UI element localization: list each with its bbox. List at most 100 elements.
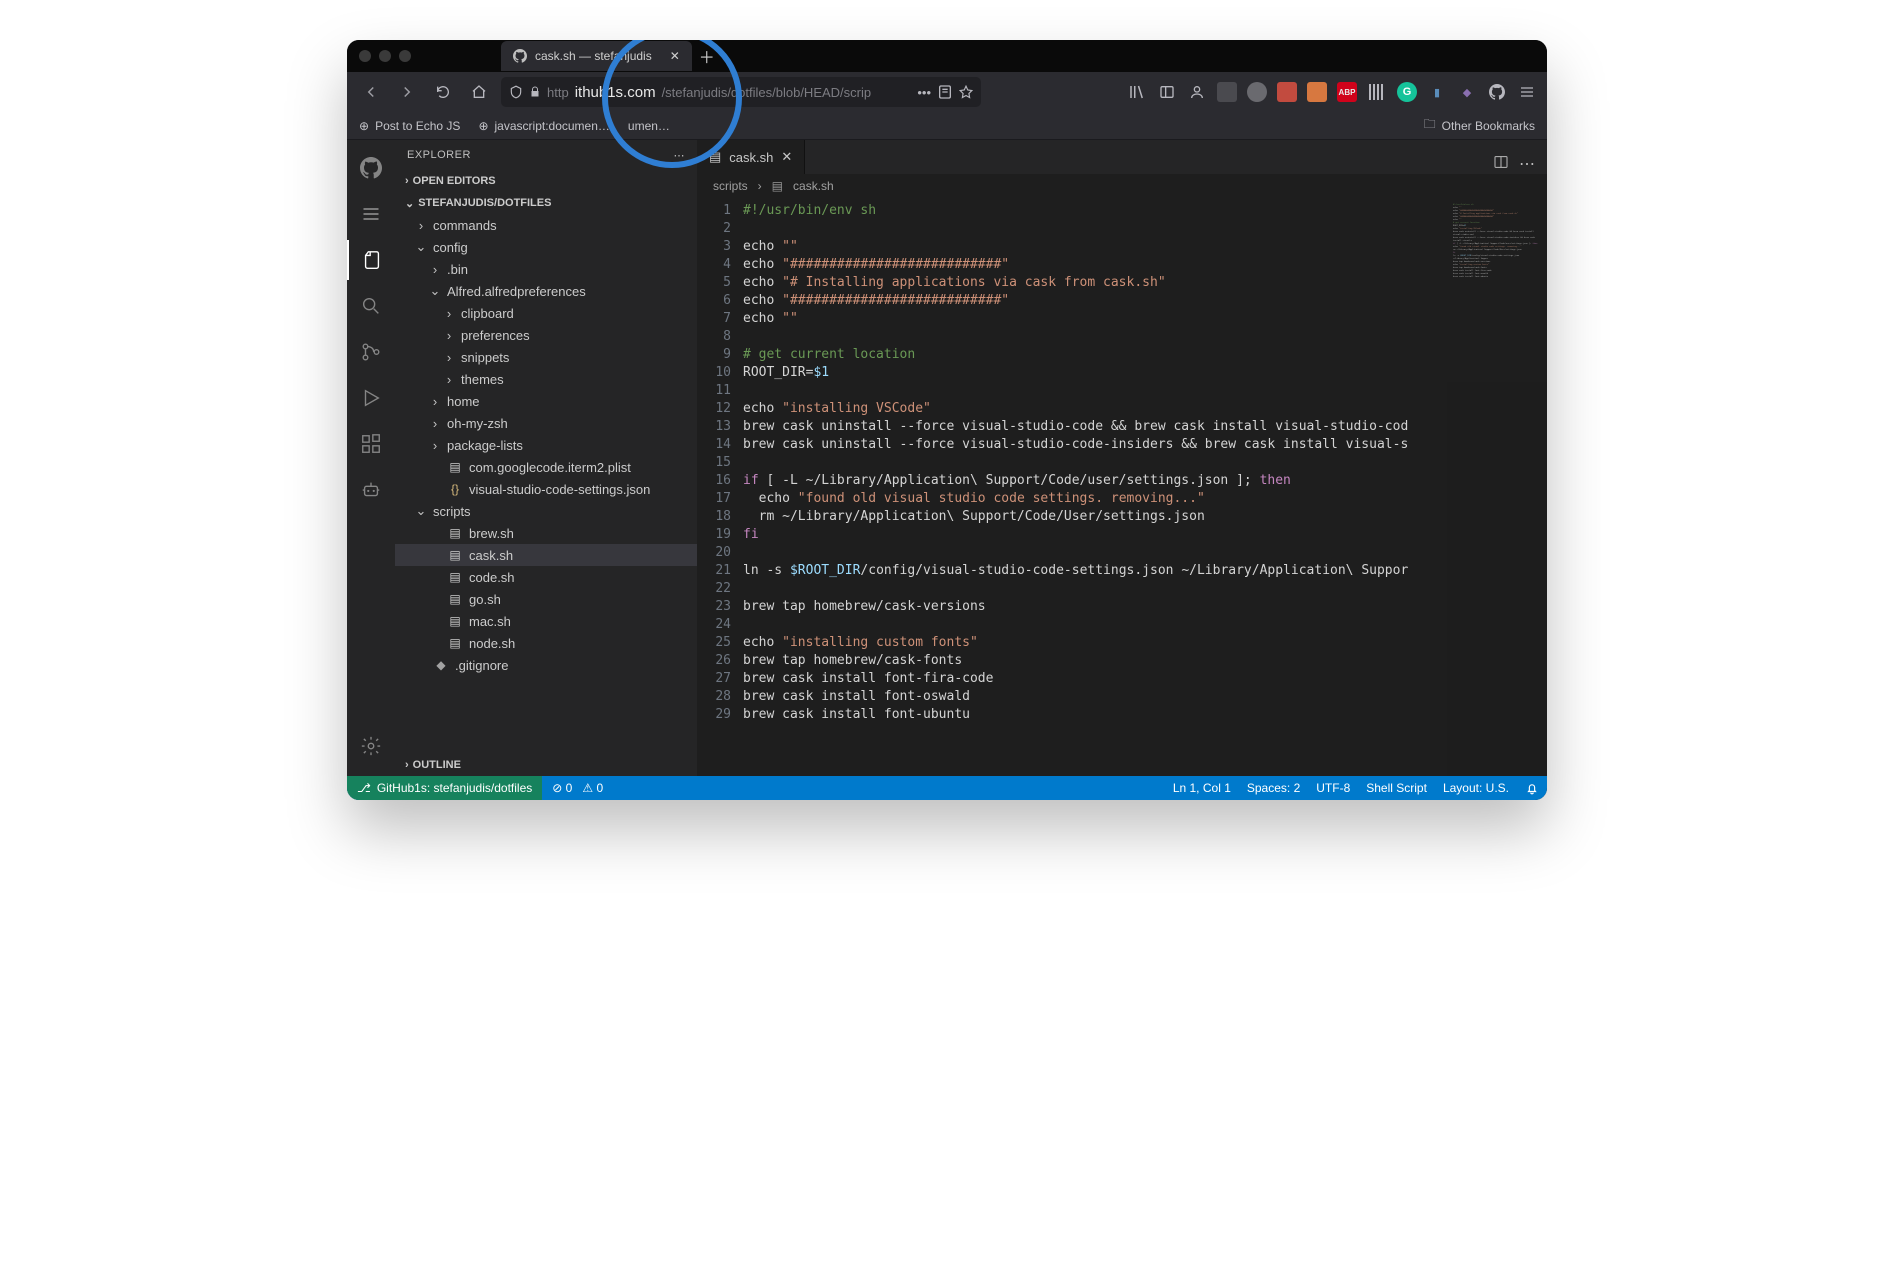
tree-row-gitignore[interactable]: ◆.gitignore — [395, 654, 697, 676]
open-editors-section[interactable]: › OPEN EDITORS — [395, 170, 697, 192]
browser-tab-active[interactable]: cask.sh — stefanjudis ✕ — [501, 41, 692, 71]
tree-row-clipboard[interactable]: ›clipboard — [395, 302, 697, 324]
tree-row-packagelists[interactable]: ›package-lists — [395, 434, 697, 456]
repo-section[interactable]: ⌄ STEFANJUDIS/DOTFILES — [395, 192, 697, 214]
github-icon[interactable] — [347, 148, 395, 188]
code-line[interactable]: brew cask install font-ubuntu — [743, 706, 1447, 724]
source-control-icon[interactable] — [347, 332, 395, 372]
code-line[interactable]: #!/usr/bin/env sh — [743, 202, 1447, 220]
more-editor-actions-icon[interactable]: ⋯ — [1519, 154, 1535, 174]
code-line[interactable] — [743, 580, 1447, 598]
tree-row-cask[interactable]: ▤cask.sh — [395, 544, 697, 566]
search-icon[interactable] — [347, 286, 395, 326]
menu-hamburger-icon[interactable] — [1517, 82, 1537, 102]
tree-row-home[interactable]: ›home — [395, 390, 697, 412]
extension-icon-2[interactable] — [1247, 82, 1267, 102]
bookmark-item-js2[interactable]: umen… — [628, 119, 670, 133]
split-editor-icon[interactable] — [1493, 154, 1509, 174]
page-actions-icon[interactable]: ••• — [917, 85, 931, 100]
extension-icon-1[interactable] — [1217, 82, 1237, 102]
bookmark-item-js1[interactable]: ⊕ javascript:documen… — [478, 119, 609, 133]
status-errors[interactable]: ⊘ 0 — [552, 781, 572, 795]
status-layout[interactable]: Layout: U.S. — [1443, 781, 1509, 795]
back-button[interactable] — [357, 78, 385, 106]
code-line[interactable]: echo "###########################" — [743, 292, 1447, 310]
breadcrumb-file[interactable]: cask.sh — [793, 179, 834, 193]
code-lines[interactable]: #!/usr/bin/env shecho ""echo "##########… — [743, 198, 1447, 776]
code-line[interactable]: echo "" — [743, 238, 1447, 256]
code-line[interactable] — [743, 328, 1447, 346]
new-tab-button[interactable]: ＋ — [692, 41, 722, 71]
library-icon[interactable] — [1127, 82, 1147, 102]
code-line[interactable]: brew cask uninstall --force visual-studi… — [743, 436, 1447, 454]
extension-grammarly-icon[interactable]: G — [1397, 82, 1417, 102]
code-line[interactable] — [743, 220, 1447, 238]
editor-tab-cask[interactable]: ▤ cask.sh ✕ — [697, 140, 805, 174]
outline-section[interactable]: › OUTLINE — [395, 754, 697, 776]
tree-row-mac[interactable]: ▤mac.sh — [395, 610, 697, 632]
code-line[interactable]: brew tap homebrew/cask-versions — [743, 598, 1447, 616]
tree-row-code[interactable]: ▤code.sh — [395, 566, 697, 588]
tree-row-bin[interactable]: ›.bin — [395, 258, 697, 280]
explorer-icon[interactable] — [347, 240, 395, 280]
extension-icon-6[interactable]: ◆ — [1457, 82, 1477, 102]
maximize-window-button[interactable] — [399, 50, 411, 62]
url-bar[interactable]: http ithub1s.com /stefanjudis/dotfiles/b… — [501, 77, 981, 107]
close-tab-icon[interactable]: ✕ — [670, 49, 680, 63]
other-bookmarks[interactable]: 🗀 Other Bookmarks — [1424, 115, 1535, 136]
forward-button[interactable] — [393, 78, 421, 106]
tree-row-preferences[interactable]: ›preferences — [395, 324, 697, 346]
status-spaces[interactable]: Spaces: 2 — [1247, 781, 1300, 795]
extensions-icon[interactable] — [347, 424, 395, 464]
reload-button[interactable] — [429, 78, 457, 106]
minimap[interactable]: #!/usr/bin/env shecho ""echo "##########… — [1447, 198, 1547, 776]
bookmark-item-echo[interactable]: ⊕ Post to Echo JS — [359, 119, 460, 133]
extension-github-icon[interactable] — [1487, 82, 1507, 102]
status-language[interactable]: Shell Script — [1366, 781, 1427, 795]
sidebar-toggle-icon[interactable] — [1157, 82, 1177, 102]
robot-icon[interactable] — [347, 470, 395, 510]
tree-row-scripts[interactable]: ⌄scripts — [395, 500, 697, 522]
code-line[interactable]: echo "installing VSCode" — [743, 400, 1447, 418]
code-line[interactable]: rm ~/Library/Application\ Support/Code/U… — [743, 508, 1447, 526]
code-line[interactable]: ROOT_DIR=$1 — [743, 364, 1447, 382]
code-line[interactable]: brew cask install font-oswald — [743, 688, 1447, 706]
status-encoding[interactable]: UTF-8 — [1316, 781, 1350, 795]
extension-icon-3[interactable] — [1277, 82, 1297, 102]
tree-row-go[interactable]: ▤go.sh — [395, 588, 697, 610]
code-line[interactable]: # get current location — [743, 346, 1447, 364]
tree-row-ohmyzsh[interactable]: ›oh-my-zsh — [395, 412, 697, 434]
code-line[interactable]: brew cask install font-fira-code — [743, 670, 1447, 688]
tree-row-snippets[interactable]: ›snippets — [395, 346, 697, 368]
code-line[interactable]: fi — [743, 526, 1447, 544]
status-warnings[interactable]: ⚠ 0 — [582, 781, 603, 795]
status-cursor[interactable]: Ln 1, Col 1 — [1173, 781, 1231, 795]
extension-abp-icon[interactable]: ABP — [1337, 82, 1357, 102]
code-line[interactable]: ln -s $ROOT_DIR/config/visual-studio-cod… — [743, 562, 1447, 580]
code-line[interactable]: echo "###########################" — [743, 256, 1447, 274]
tree-row-config[interactable]: ⌄config — [395, 236, 697, 258]
menu-icon[interactable] — [347, 194, 395, 234]
code-line[interactable]: if [ -L ~/Library/Application\ Support/C… — [743, 472, 1447, 490]
status-branch[interactable]: ⎇ GitHub1s: stefanjudis/dotfiles — [347, 776, 542, 800]
tree-row-node[interactable]: ▤node.sh — [395, 632, 697, 654]
close-editor-tab-icon[interactable]: ✕ — [781, 149, 792, 165]
tree-row-alfred[interactable]: ⌄Alfred.alfredpreferences — [395, 280, 697, 302]
shield-icon[interactable] — [509, 85, 523, 99]
minimize-window-button[interactable] — [379, 50, 391, 62]
extension-icon-4[interactable] — [1307, 82, 1327, 102]
account-icon[interactable] — [1187, 82, 1207, 102]
lock-icon[interactable] — [529, 86, 541, 98]
code-editor[interactable]: 1234567891011121314151617181920212223242… — [697, 198, 1547, 776]
code-line[interactable] — [743, 454, 1447, 472]
extension-icon-grid[interactable] — [1367, 82, 1387, 102]
code-line[interactable]: echo "" — [743, 310, 1447, 328]
tree-row-brew[interactable]: ▤brew.sh — [395, 522, 697, 544]
settings-gear-icon[interactable] — [347, 726, 395, 766]
reader-mode-icon[interactable] — [937, 84, 953, 100]
close-window-button[interactable] — [359, 50, 371, 62]
tree-row-themes[interactable]: ›themes — [395, 368, 697, 390]
code-line[interactable] — [743, 382, 1447, 400]
tree-row-iterm[interactable]: ▤com.googlecode.iterm2.plist — [395, 456, 697, 478]
breadcrumb-dir[interactable]: scripts — [713, 179, 748, 193]
